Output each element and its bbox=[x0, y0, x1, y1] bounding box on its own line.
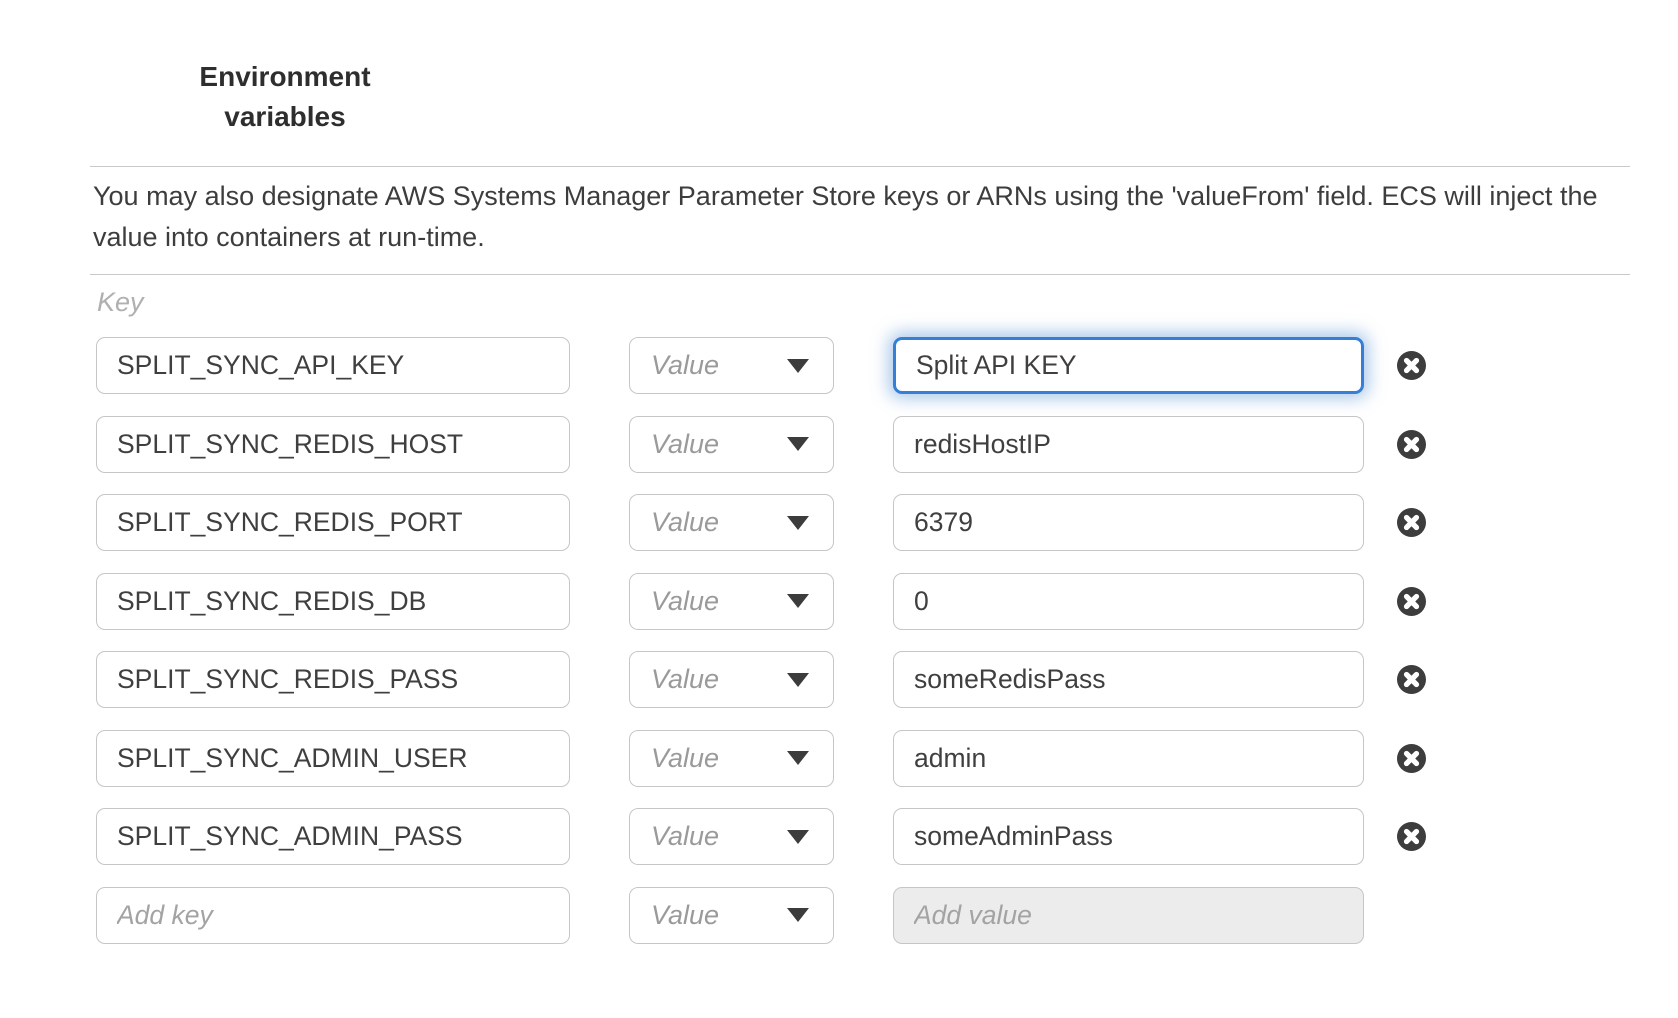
ecs-environment-variables-form: Environment variables You may also desig… bbox=[0, 0, 1678, 1018]
value-type-label: Value bbox=[651, 350, 719, 381]
env-key-input[interactable] bbox=[96, 337, 570, 394]
chevron-down-icon bbox=[787, 830, 809, 844]
delete-row-button[interactable] bbox=[1397, 351, 1426, 380]
env-key-input[interactable] bbox=[96, 573, 570, 630]
x-circle-icon bbox=[1397, 744, 1426, 773]
env-var-row: Value bbox=[0, 494, 1678, 551]
value-type-label: Value bbox=[651, 743, 719, 774]
value-type-label: Value bbox=[651, 429, 719, 460]
value-type-dropdown[interactable]: Value bbox=[629, 416, 834, 473]
value-type-dropdown[interactable]: Value bbox=[629, 337, 834, 394]
divider-bottom bbox=[90, 274, 1630, 275]
env-var-row: Value bbox=[0, 808, 1678, 865]
value-type-label: Value bbox=[651, 821, 719, 852]
env-var-row: Value bbox=[0, 573, 1678, 630]
value-type-dropdown[interactable]: Value bbox=[629, 808, 834, 865]
env-var-row: Value bbox=[0, 416, 1678, 473]
env-key-input[interactable] bbox=[96, 494, 570, 551]
key-column-header: Key bbox=[97, 287, 144, 318]
env-key-input[interactable] bbox=[96, 416, 570, 473]
x-circle-icon bbox=[1397, 587, 1426, 616]
x-circle-icon bbox=[1397, 351, 1426, 380]
chevron-down-icon bbox=[787, 437, 809, 451]
env-var-rows: Value Value Value bbox=[0, 337, 1678, 965]
env-var-row: Value bbox=[0, 730, 1678, 787]
value-type-dropdown[interactable]: Value bbox=[629, 887, 834, 944]
x-circle-icon bbox=[1397, 665, 1426, 694]
env-value-input[interactable] bbox=[893, 808, 1364, 865]
add-env-var-row: Value bbox=[0, 887, 1678, 944]
add-value-input bbox=[893, 887, 1364, 944]
chevron-down-icon bbox=[787, 908, 809, 922]
delete-row-button[interactable] bbox=[1397, 508, 1426, 537]
chevron-down-icon bbox=[787, 594, 809, 608]
value-type-dropdown[interactable]: Value bbox=[629, 573, 834, 630]
chevron-down-icon bbox=[787, 751, 809, 765]
chevron-down-icon bbox=[787, 673, 809, 687]
parameter-store-description: You may also designate AWS Systems Manag… bbox=[93, 176, 1625, 258]
chevron-down-icon bbox=[787, 516, 809, 530]
env-value-input[interactable] bbox=[893, 337, 1364, 394]
value-type-dropdown[interactable]: Value bbox=[629, 730, 834, 787]
value-type-label: Value bbox=[651, 664, 719, 695]
delete-row-button[interactable] bbox=[1397, 744, 1426, 773]
delete-row-button[interactable] bbox=[1397, 430, 1426, 459]
env-value-input[interactable] bbox=[893, 573, 1364, 630]
value-type-label: Value bbox=[651, 507, 719, 538]
env-value-input[interactable] bbox=[893, 416, 1364, 473]
env-key-input[interactable] bbox=[96, 730, 570, 787]
x-circle-icon bbox=[1397, 430, 1426, 459]
value-type-label: Value bbox=[651, 586, 719, 617]
env-var-row: Value bbox=[0, 651, 1678, 708]
env-key-input[interactable] bbox=[96, 651, 570, 708]
environment-variables-label: Environment variables bbox=[185, 57, 385, 137]
value-type-dropdown[interactable]: Value bbox=[629, 651, 834, 708]
x-circle-icon bbox=[1397, 508, 1426, 537]
delete-row-button[interactable] bbox=[1397, 587, 1426, 616]
delete-row-button[interactable] bbox=[1397, 665, 1426, 694]
env-key-input[interactable] bbox=[96, 808, 570, 865]
add-key-input[interactable] bbox=[96, 887, 570, 944]
value-type-dropdown[interactable]: Value bbox=[629, 494, 834, 551]
env-value-input[interactable] bbox=[893, 651, 1364, 708]
env-var-row: Value bbox=[0, 337, 1678, 394]
divider-top bbox=[90, 166, 1630, 167]
chevron-down-icon bbox=[787, 359, 809, 373]
value-type-label: Value bbox=[651, 900, 719, 931]
delete-row-button[interactable] bbox=[1397, 822, 1426, 851]
x-circle-icon bbox=[1397, 822, 1426, 851]
env-value-input[interactable] bbox=[893, 494, 1364, 551]
env-value-input[interactable] bbox=[893, 730, 1364, 787]
